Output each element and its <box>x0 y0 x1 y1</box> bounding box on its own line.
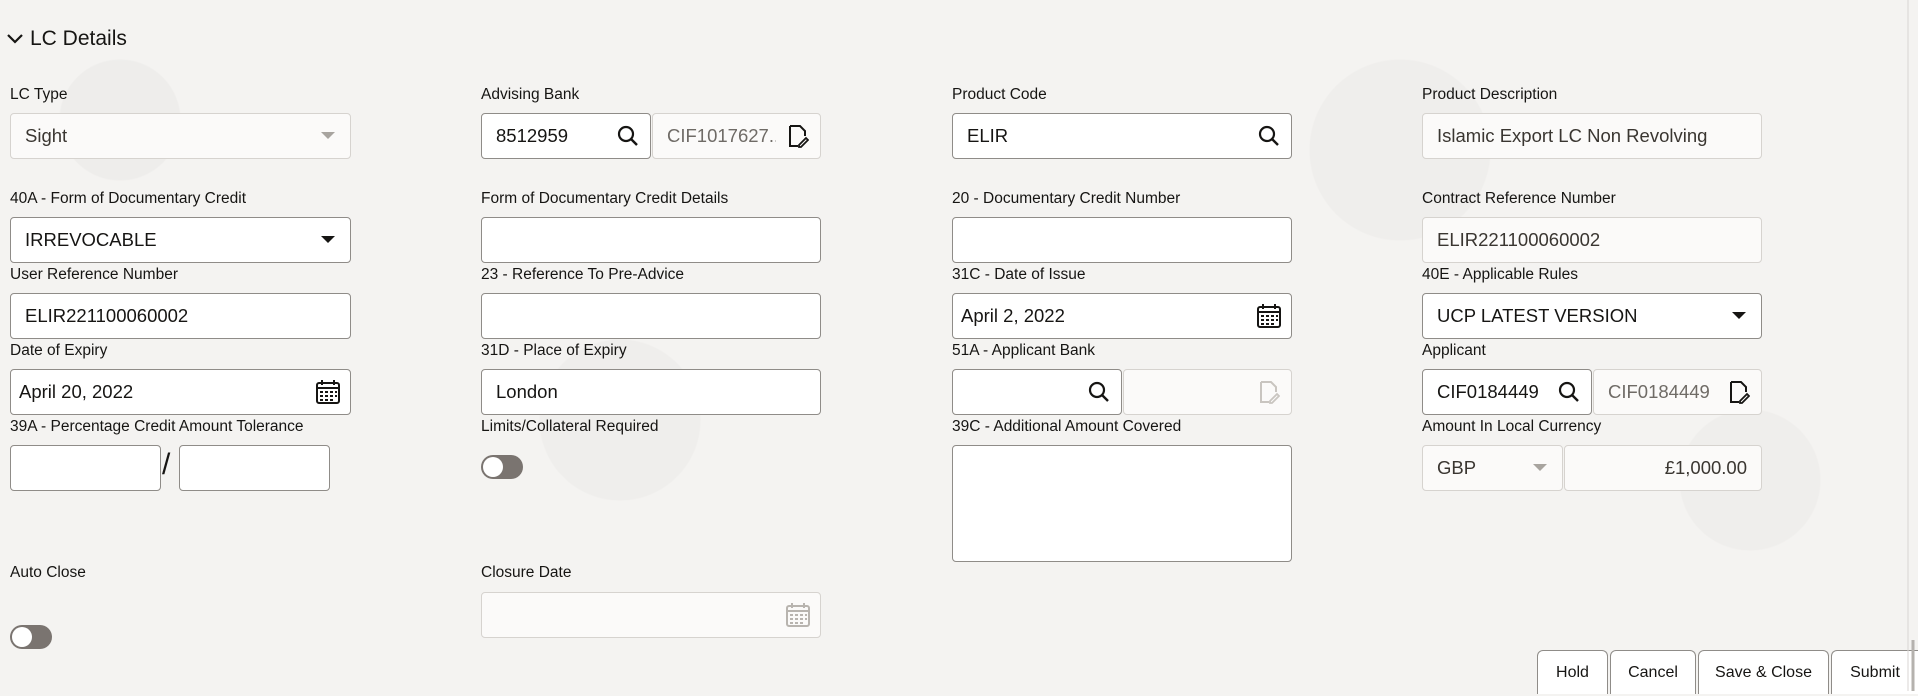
advising-bank-input[interactable]: 8512959 <box>481 113 651 159</box>
save-close-button[interactable]: Save & Close <box>1698 650 1829 694</box>
user-reference-label: User Reference Number <box>10 266 178 283</box>
reference-pre-advice-label: 23 - Reference To Pre-Advice <box>481 266 685 283</box>
auto-close-toggle[interactable] <box>10 625 52 649</box>
applicable-rules-label: 40E - Applicable Rules <box>1422 266 1578 283</box>
product-code-label: Product Code <box>952 86 1047 103</box>
toggle-knob <box>12 627 32 647</box>
additional-amount-value <box>953 446 1291 456</box>
edit-document-icon[interactable] <box>776 114 820 158</box>
user-reference-input[interactable]: ELIR221100060002 <box>10 293 351 339</box>
product-description-label: Product Description <box>1422 86 1558 103</box>
search-icon[interactable] <box>1547 370 1591 414</box>
tolerance-minus-input[interactable] <box>179 445 330 491</box>
search-icon[interactable] <box>1077 370 1121 414</box>
applicant-bank-name-field <box>1123 369 1292 415</box>
edit-document-icon <box>1247 370 1291 414</box>
chevron-down-icon[interactable] <box>0 24 30 54</box>
reference-pre-advice-input[interactable] <box>481 293 821 339</box>
auto-close-label: Auto Close <box>10 564 86 581</box>
contract-reference-field: ELIR221100060002 <box>1422 217 1762 263</box>
date-of-issue-input[interactable]: April 2, 2022 <box>952 293 1292 339</box>
caret-down-icon <box>306 114 350 158</box>
contract-reference-value: ELIR221100060002 <box>1437 229 1601 250</box>
limits-required-toggle[interactable] <box>481 455 523 479</box>
search-icon[interactable] <box>606 114 650 158</box>
applicant-input[interactable]: CIF0184449 <box>1422 369 1592 415</box>
percentage-tolerance-label: 39A - Percentage Credit Amount Tolerance <box>10 418 304 435</box>
amount-local-value: £1,000.00 <box>1664 457 1747 478</box>
cancel-button[interactable]: Cancel <box>1610 650 1696 694</box>
place-of-expiry-input[interactable]: London <box>481 369 821 415</box>
closure-date-label: Closure Date <box>481 564 572 581</box>
tolerance-separator: / <box>162 448 171 481</box>
toggle-knob <box>483 457 503 477</box>
date-of-expiry-input[interactable]: April 20, 2022 <box>10 369 351 415</box>
form-of-credit-details-input[interactable] <box>481 217 821 263</box>
section-title: LC Details <box>30 27 127 50</box>
user-reference-value: ELIR221100060002 <box>25 305 189 326</box>
documentary-credit-number-label: 20 - Documentary Credit Number <box>952 190 1181 207</box>
applicant-label: Applicant <box>1422 342 1486 359</box>
applicant-name-value: CIF0184449 <box>1608 381 1710 402</box>
place-of-expiry-label: 31D - Place of Expiry <box>481 342 627 359</box>
product-description-field: Islamic Export LC Non Revolving <box>1422 113 1762 159</box>
product-description-value: Islamic Export LC Non Revolving <box>1437 125 1708 146</box>
advising-bank-name-field: CIF1017627... <box>652 113 821 159</box>
date-of-expiry-label: Date of Expiry <box>10 342 108 359</box>
form-of-credit-details-label: Form of Documentary Credit Details <box>481 190 729 207</box>
currency-select[interactable]: GBP <box>1422 445 1563 491</box>
search-icon[interactable] <box>1247 114 1291 158</box>
lc-type-label: LC Type <box>10 86 68 103</box>
closure-date-input <box>481 592 821 638</box>
hold-button[interactable]: Hold <box>1537 650 1608 694</box>
calendar-icon[interactable] <box>1247 294 1291 338</box>
caret-down-icon <box>1717 294 1761 338</box>
applicant-value: CIF0184449 <box>1437 381 1539 402</box>
advising-bank-value: 8512959 <box>496 125 569 146</box>
section-header[interactable]: LC Details <box>0 24 127 54</box>
product-code-value: ELIR <box>967 125 1009 146</box>
additional-amount-label: 39C - Additional Amount Covered <box>952 418 1182 435</box>
amount-local-label: Amount In Local Currency <box>1422 418 1602 435</box>
form-of-credit-label: 40A - Form of Documentary Credit <box>10 190 247 207</box>
date-of-expiry-value: April 20, 2022 <box>19 381 134 402</box>
additional-amount-textarea[interactable] <box>952 445 1292 562</box>
scrollbar[interactable] <box>1904 0 1918 691</box>
tolerance-plus-input[interactable] <box>10 445 161 491</box>
place-of-expiry-value: London <box>496 381 558 402</box>
limits-required-label: Limits/Collateral Required <box>481 418 659 435</box>
caret-down-icon <box>1518 446 1562 490</box>
documentary-credit-number-input[interactable] <box>952 217 1292 263</box>
product-code-input[interactable]: ELIR <box>952 113 1292 159</box>
calendar-icon[interactable] <box>306 370 350 414</box>
currency-value: GBP <box>1437 457 1477 478</box>
form-of-credit-select[interactable]: IRREVOCABLE <box>10 217 351 263</box>
date-of-issue-label: 31C - Date of Issue <box>952 266 1086 283</box>
caret-down-icon <box>306 218 350 262</box>
form-of-credit-value: IRREVOCABLE <box>25 229 157 250</box>
advising-bank-name-value: CIF1017627... <box>667 125 776 146</box>
calendar-icon <box>776 593 820 637</box>
advising-bank-label: Advising Bank <box>481 86 580 103</box>
contract-reference-label: Contract Reference Number <box>1422 190 1616 207</box>
amount-local-field: £1,000.00 <box>1564 445 1762 491</box>
date-of-issue-value: April 2, 2022 <box>961 305 1065 326</box>
applicant-name-field: CIF0184449 <box>1593 369 1762 415</box>
applicable-rules-select[interactable]: UCP LATEST VERSION <box>1422 293 1762 339</box>
applicant-bank-label: 51A - Applicant Bank <box>952 342 1096 359</box>
lc-type-select[interactable]: Sight <box>10 113 351 159</box>
applicable-rules-value: UCP LATEST VERSION <box>1437 305 1638 326</box>
applicant-bank-input[interactable] <box>952 369 1122 415</box>
edit-document-icon[interactable] <box>1717 370 1761 414</box>
lc-type-value: Sight <box>25 125 68 146</box>
